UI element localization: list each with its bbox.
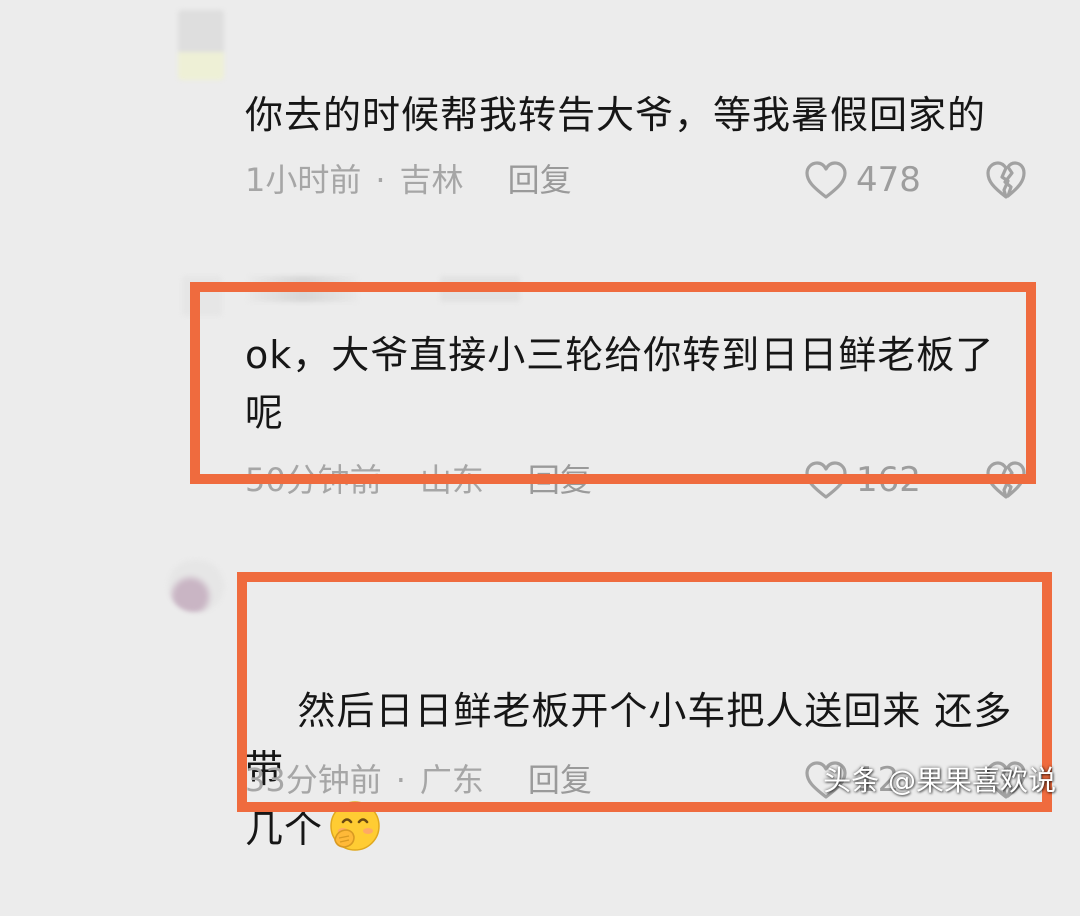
user-tag bbox=[440, 276, 520, 302]
avatar[interactable] bbox=[182, 276, 222, 316]
comment-time: 33分钟前 bbox=[245, 761, 382, 799]
dislike-button[interactable] bbox=[985, 460, 1027, 500]
comment-meta: 50分钟前 · 山东 回复 bbox=[245, 460, 592, 500]
meta-separator: · bbox=[395, 461, 406, 499]
broken-heart-icon bbox=[986, 161, 1026, 199]
like-count: 162 bbox=[856, 460, 921, 500]
avatar[interactable] bbox=[178, 10, 224, 80]
broken-heart-icon bbox=[986, 461, 1026, 499]
avatar[interactable] bbox=[168, 560, 224, 612]
username[interactable] bbox=[248, 276, 358, 302]
comment-text: ok，大爷直接小三轮给你转到日日鲜老板了 呢 bbox=[245, 333, 995, 435]
comment-location: 广东 bbox=[419, 761, 484, 799]
like-button[interactable]: 478 bbox=[804, 160, 921, 200]
like-count: 478 bbox=[856, 160, 921, 200]
heart-outline-icon bbox=[805, 161, 847, 199]
like-button[interactable]: 162 bbox=[804, 460, 921, 500]
comment-time: 1小时前 bbox=[245, 161, 362, 199]
comment-meta: 1小时前 · 吉林 回复 bbox=[245, 160, 572, 200]
reply-button[interactable]: 回复 bbox=[508, 160, 572, 200]
comment-location: 山东 bbox=[419, 461, 484, 499]
watermark: 头条 @果果喜欢说 bbox=[823, 764, 1056, 797]
reply-button[interactable]: 回复 bbox=[528, 460, 592, 500]
comment-text: 你去的时候帮我转告大爷，等我暑假回家的 bbox=[245, 93, 987, 137]
comment-time: 50分钟前 bbox=[245, 461, 382, 499]
comment-location: 吉林 bbox=[399, 161, 464, 199]
meta-separator: · bbox=[375, 161, 386, 199]
meta-separator: · bbox=[395, 761, 406, 799]
blush-face-emoji bbox=[330, 801, 380, 851]
comment-meta: 33分钟前 · 广东 回复 bbox=[245, 760, 592, 800]
heart-outline-icon bbox=[805, 461, 847, 499]
dislike-button[interactable] bbox=[985, 160, 1027, 200]
reply-button[interactable]: 回复 bbox=[528, 760, 592, 800]
